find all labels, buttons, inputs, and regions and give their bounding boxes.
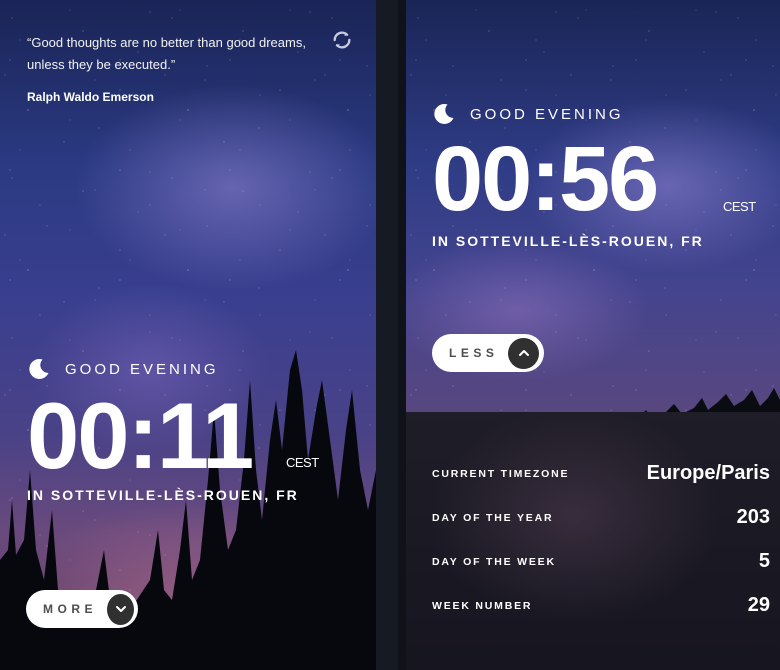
detail-label: DAY OF THE WEEK bbox=[432, 555, 556, 568]
detail-value: 29 bbox=[747, 594, 770, 616]
greeting: GOOD EVENING bbox=[432, 102, 624, 126]
detail-day-of-week: DAY OF THE WEEK 5 bbox=[432, 550, 770, 573]
detail-value: Europe/Paris bbox=[646, 462, 770, 484]
less-button-label: LESS bbox=[449, 346, 499, 360]
greeting: GOOD EVENING bbox=[27, 357, 219, 381]
detail-week-number: WEEK NUMBER 29 bbox=[432, 594, 770, 617]
detail-value: 203 bbox=[736, 506, 770, 528]
location-label: IN SOTTEVILLE-LÈS-ROUEN, FR bbox=[432, 233, 704, 249]
detail-label: WEEK NUMBER bbox=[432, 599, 533, 612]
clock-view-expanded: GOOD EVENING 00:56 CEST IN SOTTEVILLE-LÈ… bbox=[406, 0, 780, 670]
more-button[interactable]: MORE bbox=[26, 590, 138, 628]
detail-value: 5 bbox=[758, 550, 770, 572]
detail-label: CURRENT TIMEZONE bbox=[432, 467, 570, 480]
quote-text: “Good thoughts are no better than good d… bbox=[27, 35, 306, 72]
location-label: IN SOTTEVILLE-LÈS-ROUEN, FR bbox=[27, 487, 299, 503]
timezone-abbreviation: CEST bbox=[286, 455, 319, 470]
greeting-label: GOOD EVENING bbox=[65, 360, 219, 378]
detail-current-timezone: CURRENT TIMEZONE Europe/Paris bbox=[432, 462, 770, 485]
quote-block: “Good thoughts are no better than good d… bbox=[27, 32, 327, 104]
detail-label: DAY OF THE YEAR bbox=[432, 511, 554, 524]
details-panel: CURRENT TIMEZONE Europe/Paris DAY OF THE… bbox=[406, 412, 780, 670]
detail-day-of-year: DAY OF THE YEAR 203 bbox=[432, 506, 770, 529]
greeting-label: GOOD EVENING bbox=[470, 105, 624, 123]
chevron-down-icon bbox=[107, 593, 134, 625]
moon-icon bbox=[434, 103, 454, 124]
clock-view-collapsed: “Good thoughts are no better than good d… bbox=[0, 0, 376, 670]
moon-icon bbox=[29, 358, 49, 379]
quote-author: Ralph Waldo Emerson bbox=[27, 90, 154, 104]
refresh-icon[interactable] bbox=[331, 29, 353, 51]
panel-divider bbox=[376, 0, 406, 670]
clock-time: 00:56 bbox=[432, 128, 659, 230]
less-button[interactable]: LESS bbox=[432, 334, 544, 372]
more-button-label: MORE bbox=[43, 602, 97, 616]
chevron-up-icon bbox=[508, 337, 540, 369]
timezone-abbreviation: CEST bbox=[723, 199, 756, 214]
clock-time: 00:11 bbox=[27, 383, 254, 488]
